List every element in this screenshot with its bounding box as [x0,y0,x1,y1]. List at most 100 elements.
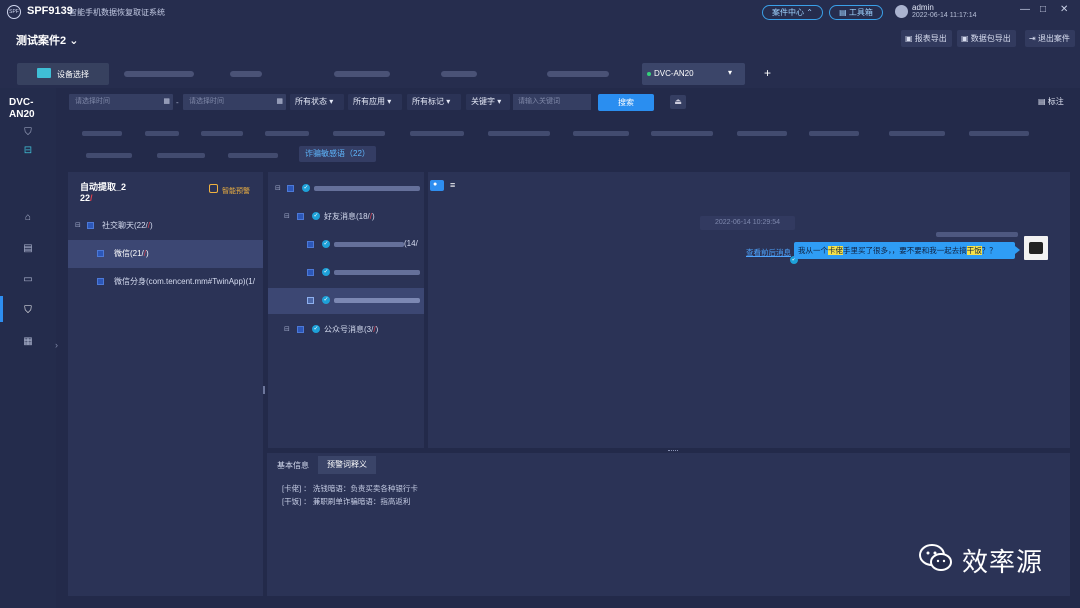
close-button[interactable]: ✕ [1060,4,1068,15]
contact-2-checkbox[interactable] [307,269,314,276]
shield-small-icon[interactable]: ⛉ [22,127,34,139]
tab-dropdown-icon[interactable]: ▾ [728,68,732,77]
keyword-input[interactable]: 请输入关键词 [513,94,591,110]
category-blurred[interactable] [809,131,859,136]
friends-checkbox[interactable] [297,213,304,220]
bubble-tail [1015,246,1020,254]
category-blurred[interactable] [145,131,179,136]
note-icon: ▤ [1038,97,1048,106]
tab-blurred-3[interactable] [334,71,390,77]
exit-icon: ⇥ [1029,34,1038,43]
wechat-twin-node[interactable]: 微信分身(com.tencent.mm#TwinApp)(1/ [114,276,255,287]
smart-warning-label[interactable]: 智能预警 [222,186,250,196]
resize-handle[interactable] [263,386,265,394]
app-select[interactable]: 所有应用 ▾ [348,94,402,110]
category-blurred[interactable] [333,131,385,136]
report-export-button[interactable]: ▣ 报表导出 [901,30,952,47]
contact-1-blurred[interactable] [334,242,404,247]
app-logo: SPF [7,5,21,19]
contact-avatar[interactable] [1024,236,1048,260]
official-account-node[interactable]: 公众号消息(3//) [324,324,378,335]
chevron-up-icon: ⌃ [806,8,813,17]
tab-device-select[interactable]: 设备选择 [17,63,109,85]
app-name: 智能手机数据恢复取证系统 [69,8,165,17]
tag-select[interactable]: 所有标记 ▾ [407,94,461,110]
tab-blurred-5[interactable] [547,71,609,77]
tab-blurred-1[interactable] [124,71,194,77]
root-checkbox[interactable] [287,185,294,192]
category-blurred[interactable] [651,131,713,136]
user-avatar[interactable] [895,5,908,18]
chevron-down-icon: ⌄ [69,35,79,47]
official-checkbox[interactable] [297,326,304,333]
contact-3-blurred[interactable] [334,298,420,303]
category-blurred[interactable] [201,131,243,136]
device-link-icon[interactable]: ⊟ [22,145,34,157]
category-blurred[interactable] [228,153,278,158]
search-button[interactable]: 搜索 [598,94,654,111]
contact-2-blurred[interactable] [334,270,420,275]
tab-blurred-2[interactable] [230,71,262,77]
warning-badge-icon [209,184,218,193]
highlight-word-1[interactable]: 卡佬 [828,246,843,255]
watermark-text: 效率源 [962,547,1044,577]
maximize-button[interactable]: □ [1040,4,1046,15]
document-icon[interactable]: ▤ [22,243,34,255]
exit-case-button[interactable]: ⇥ 退出案件 [1025,30,1075,47]
contact-1-checkbox[interactable] [307,241,314,248]
toolbox-icon: ▤ [839,8,847,17]
start-date-input[interactable]: 请选择时间 ▦ [69,94,173,110]
add-tab-icon[interactable]: + [764,66,771,80]
expand-nav-icon[interactable]: › [55,340,58,350]
collapse-icon[interactable]: ⊟ [284,325,290,333]
status-select[interactable]: 所有状态 ▾ [290,94,344,110]
highlight-word-2[interactable]: 干饭 [966,246,982,255]
category-blurred[interactable] [573,131,629,136]
keyword-type-select[interactable]: 关键字 ▾ [466,94,510,110]
category-blurred[interactable] [86,153,132,158]
folder-icon[interactable]: ▭ [22,274,34,286]
tab-blurred-4[interactable] [441,71,477,77]
message-bubble[interactable]: 我从一个卡佬手里买了很多，，要不要和我一起去搞干饭？？ [794,242,1015,259]
list-view-icon[interactable]: ≡ [450,180,462,191]
wechat-node[interactable]: 微信(21//) [114,248,149,259]
home-icon[interactable]: ⌂ [22,212,34,224]
category-blurred[interactable] [157,153,205,158]
collapse-icon[interactable]: ⊟ [284,212,290,220]
case-center-button[interactable]: 案件中心 ⌃ [762,5,823,20]
tab-basic-info[interactable]: 基本信息 [277,460,309,471]
collapse-icon[interactable]: ⊟ [275,184,281,192]
data-export-button[interactable]: ▣ 数据包导出 [957,30,1016,47]
category-blurred[interactable] [410,131,464,136]
view-context-link[interactable]: 查看前后消息 [746,247,791,258]
end-date-input[interactable]: 请选择时间 ▦ [183,94,286,110]
warning-word-line-1: [卡佬] ： 洗钱暗语：负责买卖各种银行卡 [282,484,418,493]
tab-active-device[interactable]: DVC-AN20 ▾ [642,63,745,85]
wechat-twin-checkbox[interactable] [97,278,104,285]
category-fraud-words[interactable]: 诈骗敏感语（22） [299,146,376,162]
category-blurred[interactable] [488,131,550,136]
export-icon[interactable]: ⏏ [670,95,686,109]
social-chat-node[interactable]: 社交聊天(22//) [102,220,153,231]
tab-warning-words[interactable]: 预警词释义 [318,456,376,474]
minimize-button[interactable]: — [1020,4,1030,15]
friends-node[interactable]: 好友消息(18//) [324,211,375,222]
wechat-checkbox[interactable] [97,250,104,257]
report-nav-icon[interactable]: ▦ [22,336,34,348]
app-select-value: 所有应用 [353,97,385,106]
contact-1-count: (14/ [404,239,418,248]
category-blurred[interactable] [737,131,787,136]
category-blurred[interactable] [889,131,945,136]
social-checkbox[interactable] [87,222,94,229]
category-blurred[interactable] [265,131,309,136]
category-blurred[interactable] [969,131,1029,136]
contact-3-checkbox[interactable] [307,297,314,304]
toolbox-button[interactable]: ▤ 工具箱 [829,5,883,20]
category-blurred[interactable] [82,131,122,136]
bubble-view-button[interactable]: ● [430,180,444,191]
note-button[interactable]: ▤ 标注 [1038,96,1064,107]
case-name-dropdown[interactable]: 测试案件2 ⌄ [16,32,78,48]
collapse-icon[interactable]: ⊟ [75,221,81,229]
shield-icon[interactable]: ⛉ [22,305,34,317]
toolbox-label: 工具箱 [848,8,873,17]
